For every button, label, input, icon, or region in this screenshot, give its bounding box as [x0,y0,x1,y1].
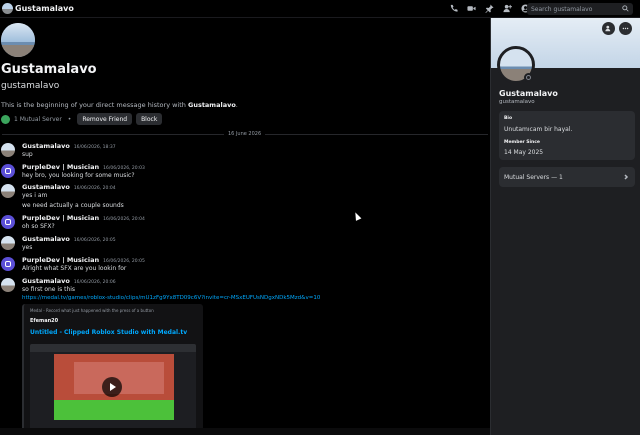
header-title[interactable]: Gustamalavo [15,4,74,13]
search-icon [622,5,630,13]
search-bar[interactable]: Search gustamalavo [527,3,633,15]
embed-title[interactable]: Untitled - Clipped Roblox Studio with Me… [30,329,187,336]
message-content: Alright what SFX are you lookin for [22,265,127,272]
offline-status-icon [524,73,533,82]
embed-author[interactable]: Efeman20 [30,318,58,324]
profile-display-name: Gustamalavo [499,89,558,98]
studio-toolbar [30,344,196,352]
message-timestamp: 16/06/2026, 20:05 [103,259,145,264]
member-since-value: 14 May 2025 [504,149,544,156]
date-divider-label: 16 June 2026 [224,131,266,137]
block-button[interactable]: Block [136,113,163,125]
message-timestamp: 16/06/2026, 20:03 [103,166,145,171]
message-header: Gustamalavo 16/06/2026, 20:04 [22,183,116,191]
chevron-right-icon [623,174,629,180]
bio-text: Unutamıcam bir hayal. [504,126,573,133]
message-header: PurpleDev | Musician 16/06/2026, 20:05 [22,256,145,264]
user-profile-panel: Gustamalavo gustamalavo Bio Unutamıcam b… [490,18,640,435]
mutual-servers-label: Mutual Servers — 1 [504,173,563,181]
profile-username: gustamalavo [499,99,535,105]
message-link[interactable]: https://medal.tv/games/roblox-studio/cli… [22,295,320,301]
message-header: Gustamalavo 16/06/2026, 20:06 [22,277,116,285]
member-since-label: Member Since [504,140,540,145]
message-author[interactable]: PurpleDev | Musician [22,214,99,222]
horizontal-scrollbar[interactable] [0,428,490,435]
message-timestamp: 16/06/2026, 20:04 [73,186,116,191]
message-content: oh so SFX? [22,223,55,230]
play-icon[interactable] [102,377,122,397]
message-author[interactable]: PurpleDev | Musician [22,163,99,171]
message-header: Gustamalavo 16/06/2026, 20:05 [22,235,116,243]
message-author[interactable]: Gustamalavo [22,277,70,285]
embed-video-thumbnail[interactable] [30,344,196,430]
more-options-icon[interactable] [619,22,632,35]
message-content: sup [22,151,33,158]
message-avatar[interactable] [1,278,15,292]
message-avatar[interactable] [1,143,15,157]
intro-avatar[interactable] [1,23,35,57]
message-author[interactable]: Gustamalavo [22,235,70,243]
profile-info-card: Bio Unutamıcam bir hayal. Member Since 1… [499,111,635,160]
message-content: yes [22,244,33,251]
message-avatar[interactable] [1,164,15,178]
message-author[interactable]: Gustamalavo [22,183,70,191]
message-timestamp: 16/06/2026, 20:04 [103,217,145,222]
message-avatar[interactable] [1,184,15,198]
intro-username: gustamalavo [1,81,60,91]
mutual-servers-row[interactable]: Mutual Servers — 1 [499,167,635,187]
message-avatar[interactable] [1,257,15,271]
message-content: hey bro, you looking for some music? [22,172,135,179]
phone-icon[interactable] [448,3,458,14]
video-icon[interactable] [466,3,476,14]
message-timestamp: 16/06/2026, 20:05 [73,238,116,243]
mouse-cursor-icon [352,211,362,221]
message-timestamp: 16/06/2026, 18:37 [73,145,116,150]
add-member-icon[interactable] [502,3,512,14]
remove-friend-button[interactable]: Remove Friend [77,113,133,125]
mutual-servers-link[interactable]: 1 Mutual Server [14,116,62,123]
message-content: so first one is this [22,286,76,293]
message-author[interactable]: Gustamalavo [22,142,70,150]
server-icon[interactable] [1,114,10,124]
dm-header: Gustamalavo Search gustamalavo [0,0,640,18]
header-avatar[interactable] [2,3,13,14]
chat-area: Gustamalavo gustamalavo This is the begi… [0,18,490,435]
message-author[interactable]: PurpleDev | Musician [22,256,99,264]
add-friend-icon[interactable] [602,22,615,35]
pin-icon[interactable] [484,3,494,14]
link-embed: Medal - Record what just happened with t… [22,304,203,435]
message-timestamp: 16/06/2026, 20:06 [73,280,116,285]
embed-provider: Medal - Record what just happened with t… [30,308,154,313]
message-avatar[interactable] [1,236,15,250]
message-header: PurpleDev | Musician 16/06/2026, 20:04 [22,214,145,222]
intro-actions: 1 Mutual Server • Remove Friend Block [1,113,163,125]
intro-text: This is the beginning of your direct mes… [1,101,238,109]
message-content: we need actually a couple sounds [22,202,124,209]
message-content: yes i am [22,192,48,199]
message-header: Gustamalavo 16/06/2026, 18:37 [22,142,116,150]
message-header: PurpleDev | Musician 16/06/2026, 20:03 [22,163,145,171]
intro-display-name: Gustamalavo [1,62,97,77]
separator: • [67,115,72,123]
message-avatar[interactable] [1,215,15,229]
bio-label: Bio [504,116,513,121]
search-input[interactable]: Search gustamalavo [531,6,622,13]
header-toolbar [448,3,530,14]
